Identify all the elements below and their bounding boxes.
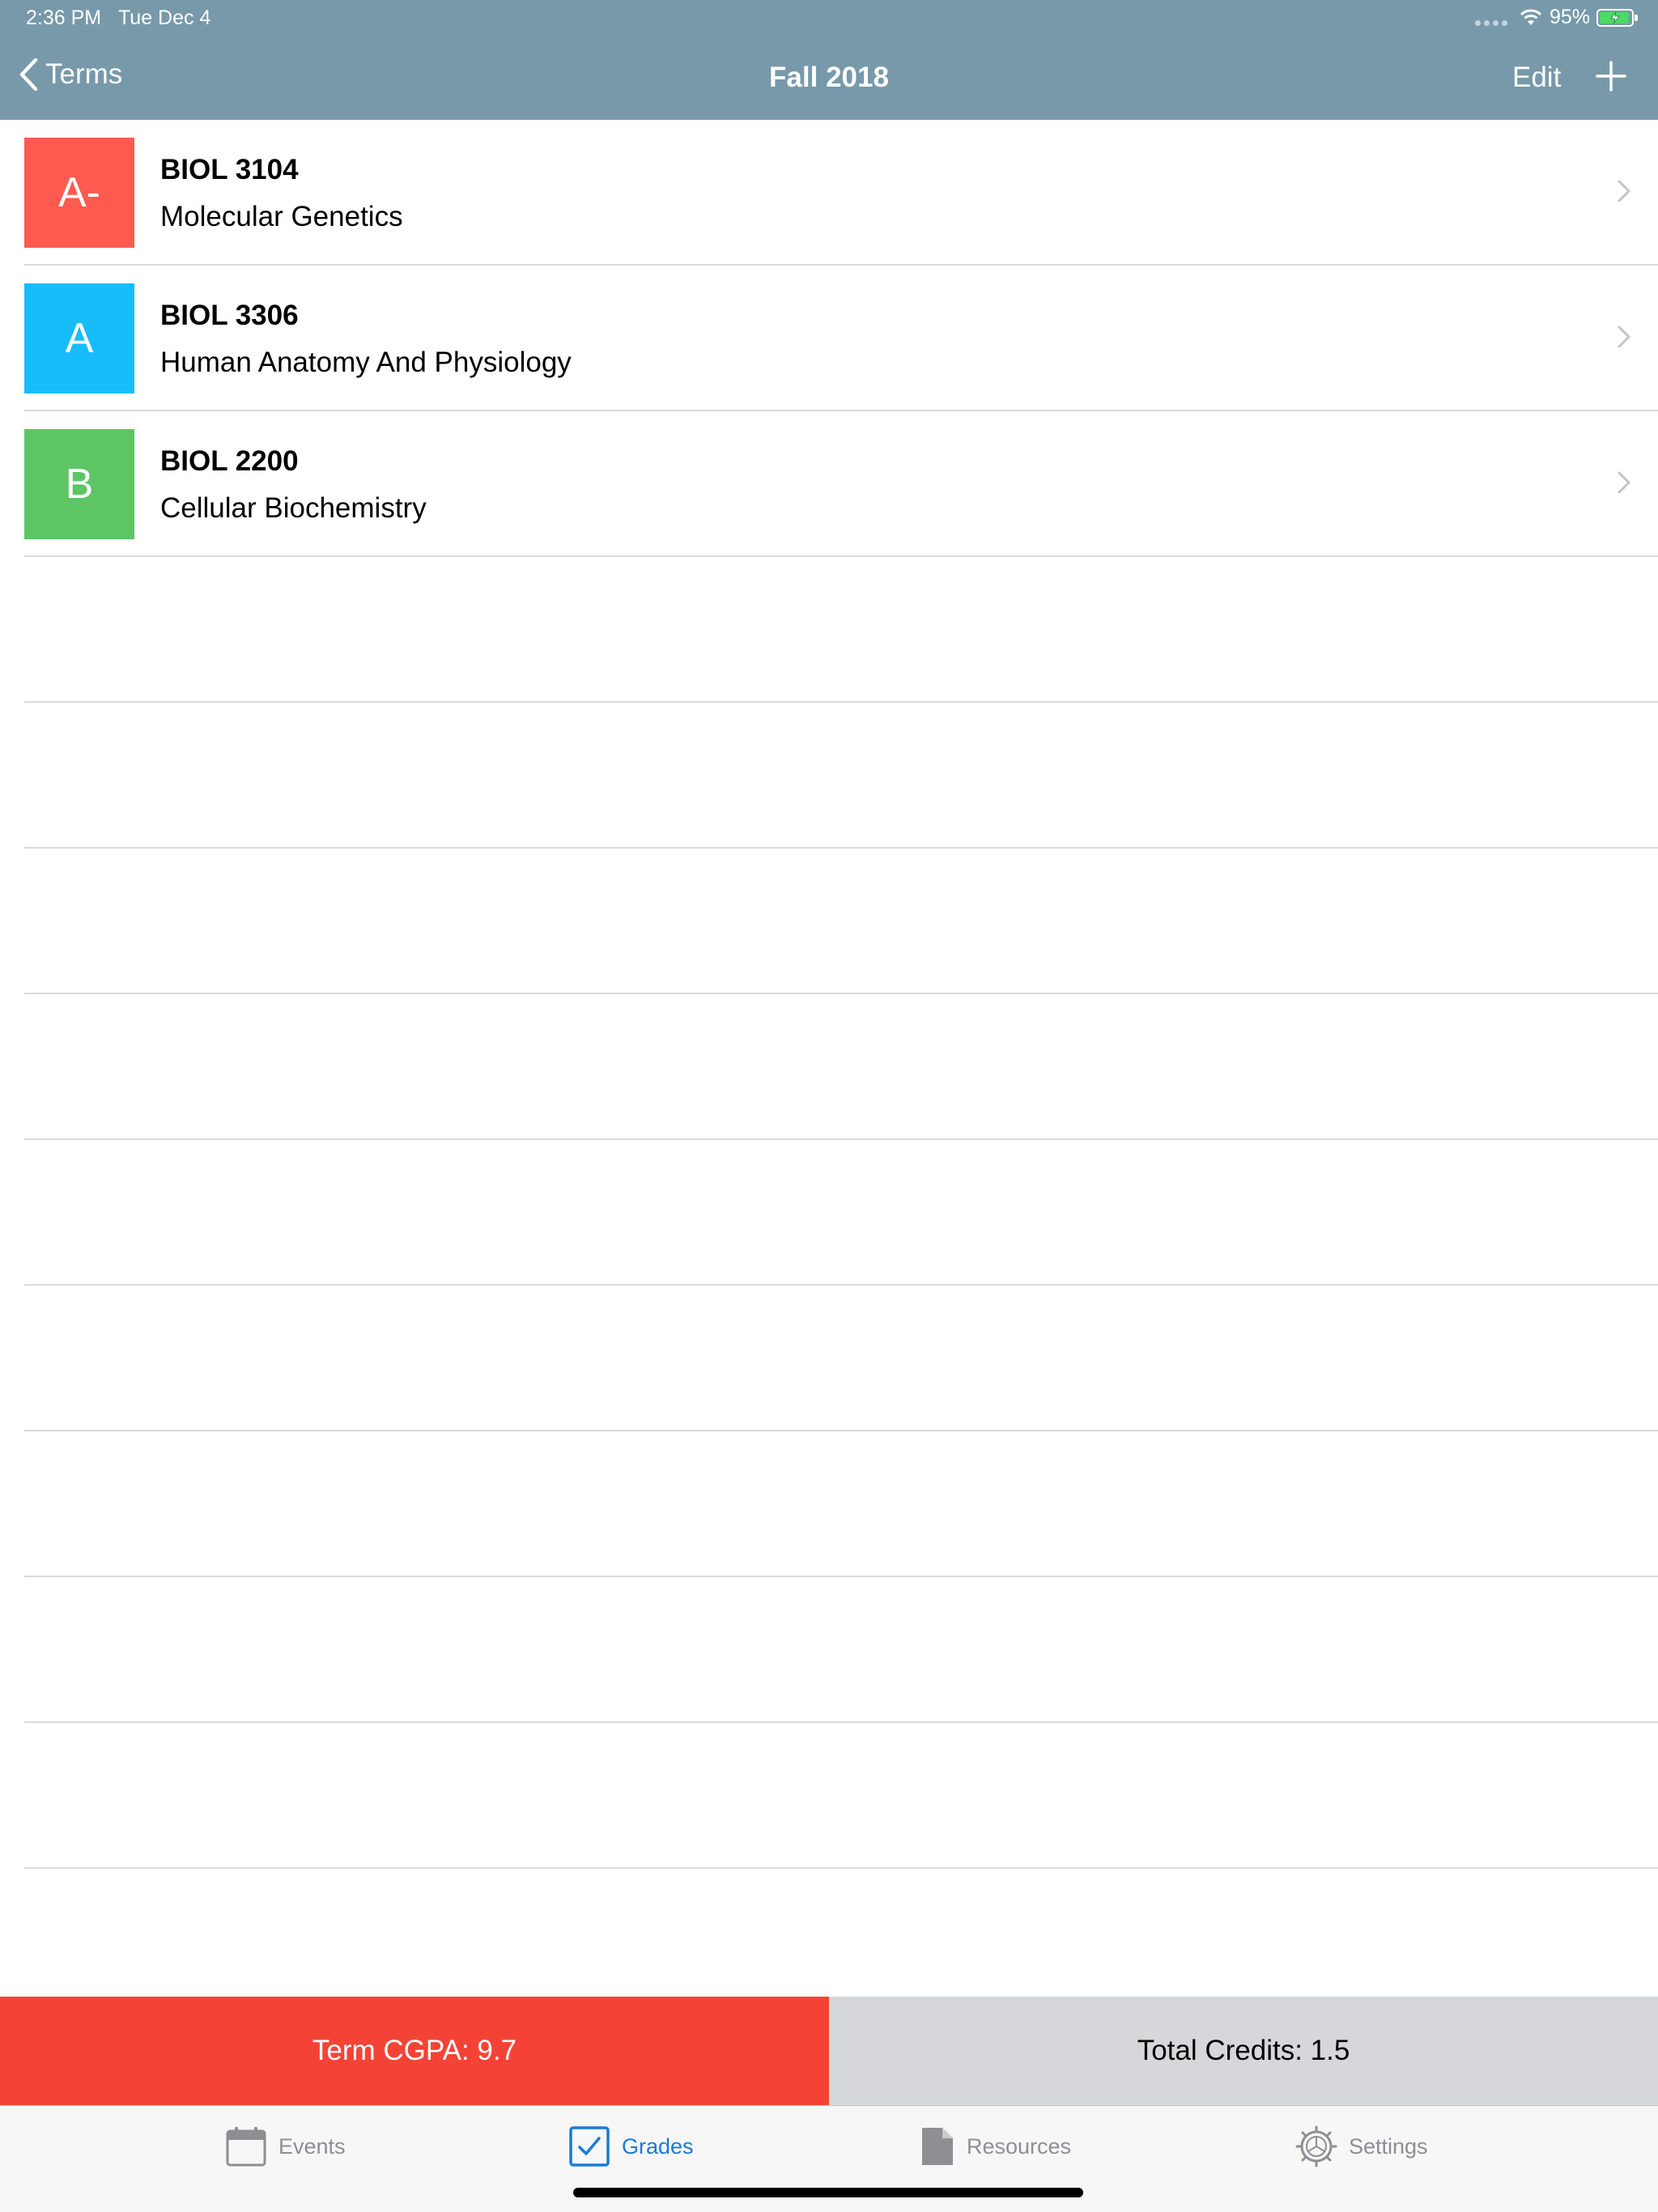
status-time: 2:36 PM Tue Dec 4 — [26, 6, 210, 30]
wifi-icon — [1520, 9, 1542, 25]
battery-icon — [1596, 8, 1638, 27]
empty-row — [0, 1431, 1658, 1577]
grade-letter: B — [65, 461, 94, 508]
empty-row — [0, 849, 1658, 994]
course-code: BIOL 3306 — [160, 300, 299, 331]
grade-badge: A — [24, 283, 134, 393]
total-credits: Total Credits: 1.5 — [829, 1997, 1658, 2105]
empty-row — [0, 994, 1658, 1140]
status-clock: 2:36 PM — [26, 6, 102, 29]
grade-badge: B — [24, 429, 134, 539]
battery-percent: 95% — [1549, 6, 1590, 28]
empty-row — [0, 703, 1658, 849]
course-name: Human Anatomy And Physiology — [160, 347, 572, 378]
home-indicator[interactable] — [573, 2188, 1083, 2197]
course-list: A- BIOL 3104 Molecular Genetics A BIOL 3… — [0, 120, 1658, 1869]
course-code: BIOL 2200 — [160, 445, 299, 477]
course-row[interactable]: B BIOL 2200 Cellular Biochemistry — [0, 411, 1658, 557]
course-row[interactable]: A- BIOL 3104 Molecular Genetics — [0, 120, 1658, 266]
course-row[interactable]: A BIOL 3306 Human Anatomy And Physiology — [0, 266, 1658, 411]
tab-resources[interactable]: Resources — [920, 2125, 1071, 2167]
plus-icon — [1596, 61, 1626, 91]
grade-letter: A — [65, 315, 94, 362]
document-icon — [922, 2128, 953, 2165]
course-name: Molecular Genetics — [160, 201, 403, 232]
row-divider — [24, 1867, 1658, 1869]
empty-row — [0, 1286, 1658, 1431]
tab-settings[interactable]: Settings — [1295, 2125, 1428, 2167]
tab-label: Grades — [622, 2133, 694, 2159]
chevron-right-icon — [1618, 471, 1630, 494]
course-name: Cellular Biochemistry — [160, 492, 427, 524]
term-summary: Term CGPA: 9.7 Total Credits: 1.5 — [0, 1997, 1658, 2105]
signal-icon — [1474, 20, 1507, 26]
chevron-right-icon — [1618, 325, 1630, 348]
tab-label: Resources — [967, 2133, 1072, 2159]
grade-badge: A- — [24, 138, 134, 248]
tab-grades[interactable]: Grades — [568, 2125, 694, 2167]
navigation-bar: Terms Fall 2018 Edit — [0, 37, 1658, 120]
status-date: Tue Dec 4 — [117, 6, 211, 29]
tab-label: Settings — [1349, 2133, 1428, 2159]
chevron-right-icon — [1618, 180, 1630, 202]
course-code: BIOL 3104 — [160, 154, 299, 185]
add-course-button[interactable] — [1595, 60, 1627, 96]
calendar-icon — [226, 2127, 266, 2167]
empty-row — [0, 1577, 1658, 1723]
edit-button[interactable]: Edit — [1512, 62, 1561, 94]
status-indicators: 95% — [1474, 6, 1638, 29]
empty-row — [0, 557, 1658, 703]
empty-row — [0, 1140, 1658, 1286]
term-cgpa: Term CGPA: 9.7 — [0, 1997, 829, 2105]
gear-icon — [1295, 2125, 1337, 2167]
tab-label: Events — [278, 2133, 346, 2159]
tab-events[interactable]: Events — [225, 2125, 346, 2167]
checkbox-icon — [569, 2126, 610, 2167]
page-title: Fall 2018 — [769, 62, 889, 93]
empty-row — [0, 1723, 1658, 1869]
grade-letter: A- — [58, 169, 100, 216]
status-bar: 2:36 PM Tue Dec 4 95% — [0, 0, 1658, 37]
